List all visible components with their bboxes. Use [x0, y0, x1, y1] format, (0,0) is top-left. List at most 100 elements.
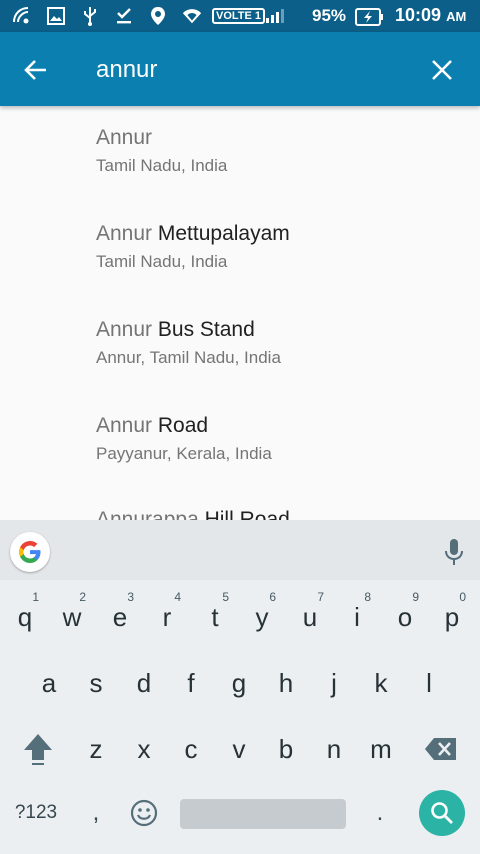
- back-button[interactable]: [16, 50, 56, 90]
- volte-indicator: VOLTE 1: [212, 8, 266, 24]
- key-hint: 1: [32, 590, 39, 604]
- key-label: r: [162, 601, 172, 632]
- close-icon: [432, 60, 452, 80]
- key-label: t: [211, 601, 219, 632]
- search-results-list: Annur Tamil Nadu, India Annur Mettupalay…: [0, 106, 480, 520]
- key-label: j: [331, 667, 337, 698]
- key-label: y: [255, 601, 269, 632]
- key-m[interactable]: m: [361, 722, 401, 776]
- search-enter-key[interactable]: [419, 790, 465, 836]
- key-t[interactable]: t5: [195, 590, 235, 644]
- key-h[interactable]: h: [266, 656, 306, 710]
- period-key[interactable]: .: [362, 790, 398, 836]
- key-q[interactable]: q1: [5, 590, 45, 644]
- usb-icon: [80, 6, 100, 26]
- key-label: w: [62, 601, 82, 632]
- clear-search-button[interactable]: [422, 50, 462, 90]
- soft-keyboard: q1 w2 e3 r4 t5 y6 u7 i8 o9 p0 a s d f g …: [0, 520, 480, 854]
- result-subtitle: Payyanur, Kerala, India: [96, 444, 272, 463]
- result-item[interactable]: Annur Tamil Nadu, India: [96, 126, 466, 176]
- comma-key[interactable]: ,: [78, 790, 114, 836]
- space-key[interactable]: [180, 799, 346, 829]
- key-z[interactable]: z: [76, 722, 116, 776]
- key-label: v: [232, 733, 246, 764]
- key-label: u: [302, 601, 318, 632]
- key-e[interactable]: e3: [100, 590, 140, 644]
- clock-time: 10:09: [395, 5, 442, 25]
- key-label: q: [17, 601, 33, 632]
- key-k[interactable]: k: [361, 656, 401, 710]
- key-n[interactable]: n: [314, 722, 354, 776]
- result-rest-text: Bus Stand: [152, 318, 255, 341]
- download-done-icon: [114, 6, 134, 26]
- result-item[interactable]: Annur Mettupalayam Tamil Nadu, India: [96, 222, 466, 272]
- emoji-icon: [130, 799, 158, 827]
- key-g[interactable]: g: [219, 656, 259, 710]
- voice-input-button[interactable]: [440, 536, 468, 570]
- key-label: n: [326, 733, 342, 764]
- key-hint: 5: [222, 590, 229, 604]
- location-icon: [148, 6, 168, 26]
- key-y[interactable]: y6: [242, 590, 282, 644]
- result-rest-text: Mettupalayam: [152, 222, 290, 245]
- shift-key[interactable]: [14, 722, 62, 776]
- result-match-text: Annurappa: [96, 508, 199, 520]
- key-hint: 0: [459, 590, 466, 604]
- result-rest-text: Road: [152, 414, 209, 437]
- result-item[interactable]: Annurappa Hill Road: [96, 508, 466, 520]
- clock: 10:09 AM: [395, 5, 466, 26]
- result-match-text: Annur: [96, 126, 153, 149]
- result-subtitle: Tamil Nadu, India: [96, 156, 228, 175]
- result-title: Annur Mettupalayam: [96, 222, 466, 246]
- keyboard-suggestion-strip: [0, 520, 480, 580]
- key-b[interactable]: b: [266, 722, 306, 776]
- key-s[interactable]: s: [76, 656, 116, 710]
- key-label: k: [374, 667, 388, 698]
- result-item[interactable]: Annur Road Payyanur, Kerala, India: [96, 414, 466, 464]
- key-x[interactable]: x: [124, 722, 164, 776]
- key-r[interactable]: r4: [147, 590, 187, 644]
- result-title: Annur: [96, 126, 466, 150]
- wifi-call-icon: [12, 6, 32, 26]
- google-search-button[interactable]: [10, 532, 50, 572]
- key-l[interactable]: l: [409, 656, 449, 710]
- key-u[interactable]: u7: [290, 590, 330, 644]
- key-label: l: [426, 667, 432, 698]
- result-title: Annur Bus Stand: [96, 318, 466, 342]
- status-bar: VOLTE 1 95% 10:09 AM: [0, 0, 480, 32]
- key-f[interactable]: f: [171, 656, 211, 710]
- mic-icon: [445, 539, 463, 565]
- key-label: c: [184, 733, 198, 764]
- key-label: i: [354, 601, 360, 632]
- backspace-key[interactable]: [416, 722, 466, 776]
- key-v[interactable]: v: [219, 722, 259, 776]
- result-subtitle: Annur, Tamil Nadu, India: [96, 348, 281, 367]
- key-c[interactable]: c: [171, 722, 211, 776]
- search-app-bar: [0, 32, 480, 106]
- key-label: m: [370, 733, 392, 764]
- emoji-key[interactable]: [124, 790, 164, 836]
- arrow-back-icon: [24, 60, 46, 80]
- result-match-text: Annur: [96, 318, 153, 341]
- key-label: g: [231, 667, 247, 698]
- key-hint: 7: [317, 590, 324, 604]
- battery-percent: 95%: [312, 6, 347, 25]
- shift-arrow-icon: [24, 734, 52, 765]
- key-i[interactable]: i8: [337, 590, 377, 644]
- key-d[interactable]: d: [124, 656, 164, 710]
- key-a[interactable]: a: [29, 656, 69, 710]
- key-label: o: [397, 601, 413, 632]
- image-icon: [46, 6, 66, 26]
- key-label: x: [137, 733, 151, 764]
- key-hint: 9: [412, 590, 419, 604]
- key-o[interactable]: o9: [385, 590, 425, 644]
- key-p[interactable]: p0: [432, 590, 472, 644]
- key-hint: 2: [79, 590, 86, 604]
- key-w[interactable]: w2: [52, 590, 92, 644]
- result-item[interactable]: Annur Bus Stand Annur, Tamil Nadu, India: [96, 318, 466, 368]
- symbols-key[interactable]: ?123: [6, 790, 66, 836]
- search-input[interactable]: [96, 48, 406, 92]
- battery-charging-icon: [355, 8, 385, 30]
- key-label: h: [278, 667, 294, 698]
- key-j[interactable]: j: [314, 656, 354, 710]
